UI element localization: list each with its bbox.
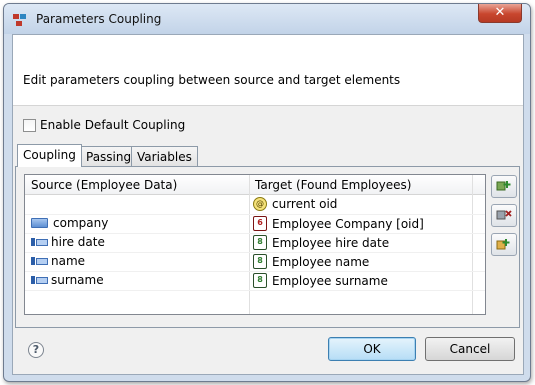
edit-coupling-button[interactable] [491, 233, 517, 256]
attribute-icon [31, 218, 48, 228]
ok-button[interactable]: OK [328, 337, 416, 361]
source-label: hire date [51, 235, 105, 249]
target-label: Employee surname [272, 273, 388, 288]
parameter-green-icon: 8 [253, 235, 267, 250]
source-cell: name [31, 254, 85, 268]
table-row[interactable]: surname 8 Employee surname [25, 271, 485, 291]
target-label: current oid [272, 197, 338, 211]
key-attribute-icon [31, 238, 48, 246]
cancel-button[interactable]: Cancel [425, 337, 515, 361]
source-label: name [51, 254, 86, 268]
oid-icon: @ [253, 197, 267, 211]
target-cell: 6 Employee Company [oid] [253, 216, 424, 231]
source-label: surname [51, 273, 104, 287]
target-cell: 8 Employee hire date [253, 235, 389, 250]
target-label: Employee hire date [272, 235, 390, 250]
source-cell: hire date [31, 235, 105, 249]
key-attribute-icon [31, 276, 48, 284]
table-row[interactable]: company 6 Employee Company [oid] [25, 214, 485, 234]
parameters-coupling-dialog: Parameters Coupling ✕ Edit parameters co… [3, 3, 531, 382]
dialog-description: Edit parameters coupling between source … [23, 73, 401, 87]
dialog-body: Edit parameters coupling between source … [12, 34, 524, 375]
key-attribute-icon [31, 257, 48, 265]
column-header-source[interactable]: Source (Employee Data) [31, 178, 177, 192]
dialog-header: Edit parameters coupling between source … [13, 35, 523, 106]
tab-coupling[interactable]: Coupling [17, 144, 82, 167]
target-label: Employee name [272, 254, 370, 269]
app-icon [12, 12, 28, 28]
title-bar[interactable]: Parameters Coupling ✕ [4, 4, 530, 34]
coupling-table[interactable]: Source (Employee Data) Target (Found Emp… [24, 174, 486, 315]
window-title: Parameters Coupling [36, 12, 162, 26]
checkbox-label: Enable Default Coupling [40, 118, 186, 132]
table-header: Source (Employee Data) Target (Found Emp… [25, 175, 485, 195]
parameter-green-icon: 8 [253, 254, 267, 269]
target-cell: 8 Employee surname [253, 273, 388, 288]
table-row[interactable]: @ current oid [25, 195, 485, 215]
checkbox-box[interactable] [23, 119, 36, 132]
tab-passing[interactable]: Passing [80, 146, 138, 167]
source-label: company [53, 216, 109, 230]
target-cell: 8 Employee name [253, 254, 369, 269]
add-coupling-button[interactable] [491, 175, 517, 198]
help-icon[interactable]: ? [28, 342, 44, 358]
reference-red-icon: 6 [253, 216, 267, 231]
remove-coupling-button[interactable] [491, 204, 517, 227]
coupling-panel: Source (Employee Data) Target (Found Emp… [15, 166, 520, 328]
target-label: Employee Company [oid] [272, 216, 424, 231]
close-button[interactable]: ✕ [478, 4, 522, 23]
source-cell: company [31, 216, 108, 230]
tab-variables[interactable]: Variables [131, 146, 198, 167]
source-cell: surname [31, 273, 104, 287]
table-row[interactable]: name 8 Employee name [25, 252, 485, 272]
target-cell: @ current oid [253, 197, 337, 211]
column-header-target[interactable]: Target (Found Employees) [255, 178, 411, 192]
table-row[interactable]: hire date 8 Employee hire date [25, 233, 485, 253]
parameter-green-icon: 8 [253, 273, 267, 288]
